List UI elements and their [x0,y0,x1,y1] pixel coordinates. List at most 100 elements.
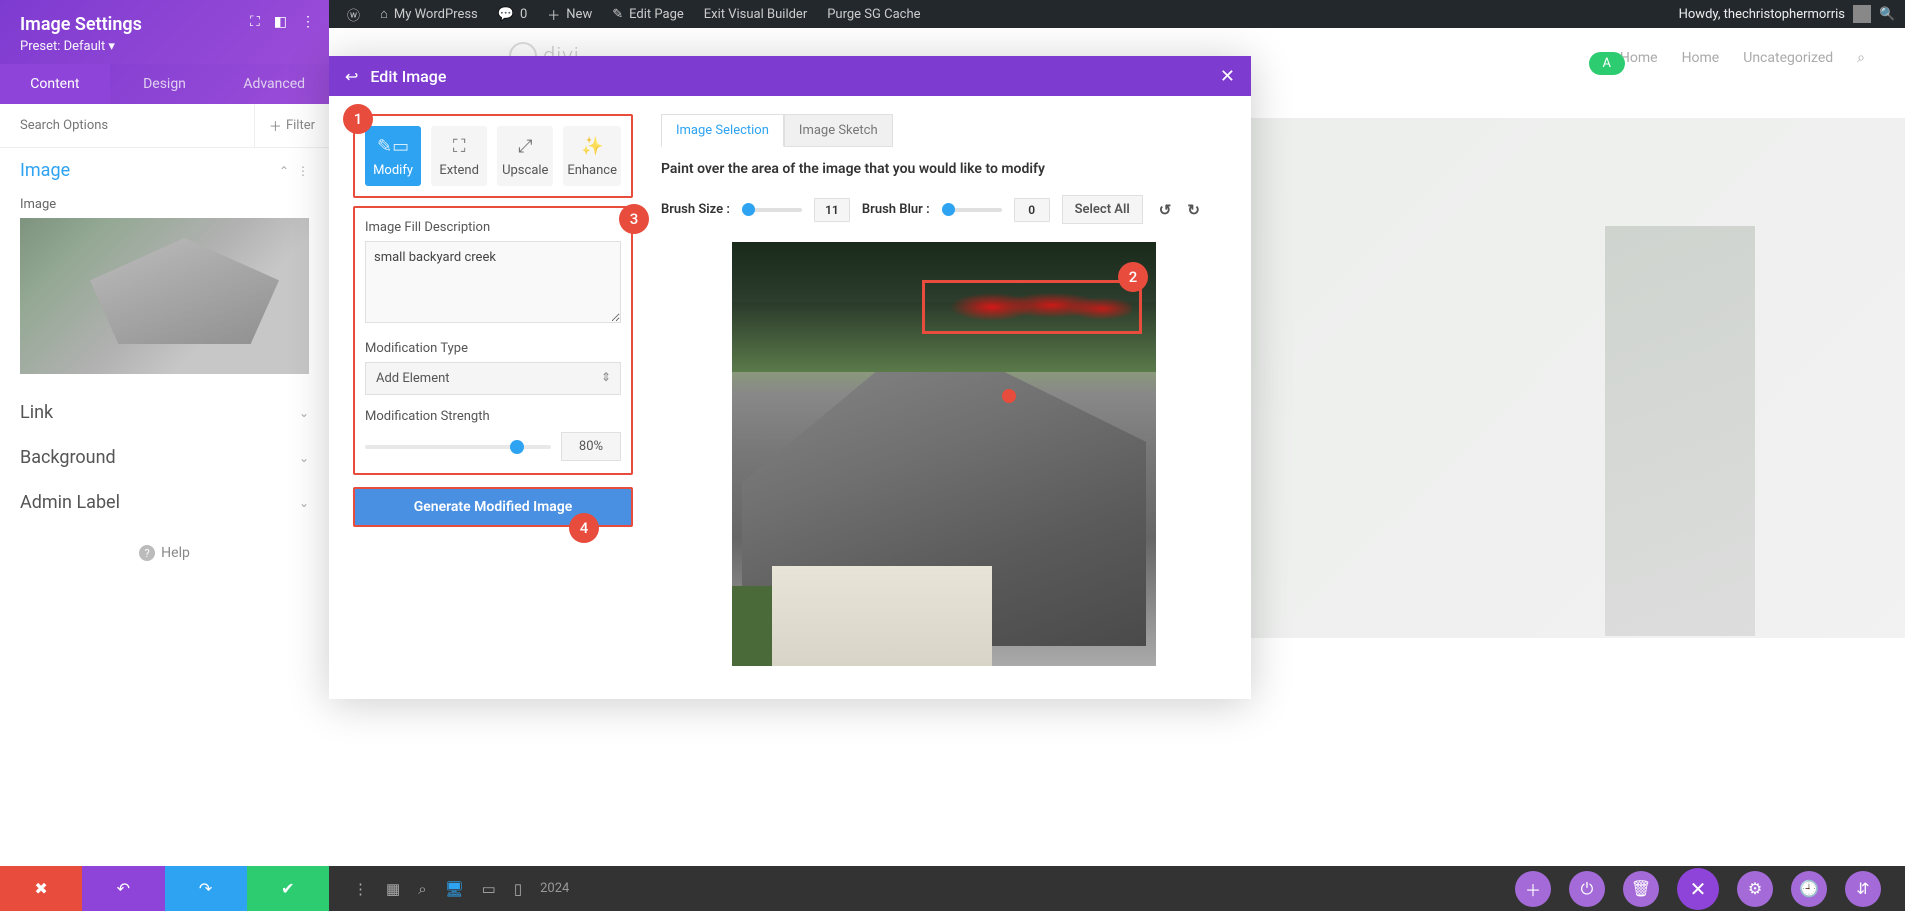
cancel-button[interactable]: ✖ [0,866,82,911]
help-link[interactable]: ? Help [0,525,329,581]
close-button[interactable]: ✕ [1220,66,1235,87]
clock-icon: 🕘 [1799,879,1819,898]
exit-vb-link[interactable]: Exit Visual Builder [694,0,817,28]
select-all-button[interactable]: Select All [1062,195,1143,224]
filter-button[interactable]: ＋Filter [254,104,329,147]
paint-instruction: Paint over the area of the image that yo… [661,161,1227,177]
nav-home-2[interactable]: Home [1682,50,1720,66]
fill-description-input[interactable] [365,241,621,323]
focus-icon[interactable]: ⛶ [250,14,260,30]
nav-uncategorized[interactable]: Uncategorized [1743,50,1833,66]
strength-value[interactable]: 80% [561,432,621,461]
action-enhance[interactable]: ✨Enhance [563,126,621,186]
nav-search-icon[interactable]: ⌕ [1857,50,1865,66]
modal-header: ↩ Edit Image ✕ [329,56,1251,96]
paint-canvas[interactable]: 2 [732,242,1156,666]
brush-size-label: Brush Size : [661,202,730,217]
section-background[interactable]: Background ⌄ [0,435,329,480]
redo-icon[interactable]: ↻ [1187,201,1200,219]
close-vb-button[interactable]: ✕ [1677,868,1719,910]
delete-button[interactable]: 🗑 [1623,871,1659,907]
image-thumbnail[interactable] [20,218,309,374]
tab-design[interactable]: Design [110,64,220,104]
wp-logo[interactable]: ⓦ [337,0,370,28]
plus-icon: ＋ [547,5,560,24]
check-icon: ✔ [281,879,294,898]
nav-home-1[interactable]: Home [1620,50,1658,66]
save-button[interactable]: ✔ [247,866,329,911]
home-icon: ⌂ [380,6,388,22]
edit-page-link[interactable]: ✎Edit Page [602,0,694,28]
chevron-down-icon: ⌄ [299,496,309,510]
tab-advanced[interactable]: Advanced [219,64,329,104]
redo-icon: ↷ [199,879,212,898]
settings-button[interactable]: ⚙ [1737,871,1773,907]
wp-admin-bar: ⓦ ⌂My WordPress 💬0 ＋New ✎Edit Page Exit … [329,0,1905,28]
search-input[interactable] [0,104,254,147]
section-link[interactable]: Link ⌄ [0,390,329,435]
brush-cursor [1002,389,1016,403]
history-button[interactable]: 🕘 [1791,871,1827,907]
badge-2: 2 [1118,262,1148,292]
power-button[interactable]: ⏻ [1569,871,1605,907]
brush-blur-slider[interactable] [942,208,1002,212]
redo-button[interactable]: ↷ [165,866,247,911]
modal-title: Edit Image [370,67,446,86]
enhance-icon: ✨ [567,136,617,157]
wordpress-icon: ⓦ [347,5,360,24]
ai-pill[interactable]: A [1589,52,1625,75]
section-image-body: Image [0,193,329,390]
purge-cache-link[interactable]: Purge SG Cache [817,0,930,28]
selection-tabs: Image Selection Image Sketch [661,114,1227,147]
modify-icon: ✎▭ [369,136,417,157]
year-text: 2024 [540,881,569,896]
search-icon[interactable]: 🔍 [1879,7,1897,22]
brush-blur-value[interactable]: 0 [1014,198,1050,222]
pencil-icon: ✎ [612,7,623,22]
slider-thumb[interactable] [942,203,955,216]
action-upscale[interactable]: ⤢Upscale [497,126,553,186]
undo-button[interactable]: ↶ [82,866,164,911]
modification-type-select[interactable]: Add Element [365,362,621,395]
brush-size-value[interactable]: 11 [814,198,850,222]
preset-selector[interactable]: Preset: Default ▾ [20,39,309,54]
new-link[interactable]: ＋New [537,0,602,28]
howdy-text[interactable]: Howdy, thechristophermorris [1679,7,1845,22]
menu-icon[interactable]: ⋮ [353,880,368,898]
section-admin-label[interactable]: Admin Label ⌄ [0,480,329,525]
action-extend[interactable]: ⛶Extend [431,126,487,186]
phone-icon[interactable]: ▯ [514,880,522,898]
back-button[interactable]: ↩ [345,67,358,86]
help-icon: ? [139,545,155,561]
settings-header: Image Settings Preset: Default ▾ ⛶ ◧ ⋮ [0,0,329,64]
tablet-icon[interactable]: ▭ [482,880,496,898]
slider-thumb[interactable] [742,203,755,216]
chevron-down-icon: ⌄ [299,406,309,420]
section-image-header[interactable]: Image ⌃⋮ [0,148,329,193]
tab-image-selection[interactable]: Image Selection [661,114,784,147]
modification-strength-label: Modification Strength [365,409,621,424]
site-name-link[interactable]: ⌂My WordPress [370,0,488,28]
more-icon[interactable]: ⋮ [301,14,315,30]
modal-left: 1 ✎▭Modify ⛶Extend ⤢Upscale ✨Enhance 3 I… [353,114,633,681]
desktop-icon[interactable]: 🖥 [445,880,464,898]
zoom-icon[interactable]: ⌕ [418,880,426,898]
power-icon: ⏻ [1581,879,1594,899]
wireframe-icon[interactable]: ▦ [386,880,400,898]
strength-slider[interactable] [365,445,551,449]
action-modify[interactable]: ✎▭Modify [365,126,421,186]
brush-size-slider[interactable] [742,208,802,212]
comments-link[interactable]: 💬0 [488,0,538,28]
sidebar-icon[interactable]: ◧ [274,14,287,30]
plus-icon: ＋ [1525,877,1541,901]
tab-image-sketch[interactable]: Image Sketch [784,114,893,147]
upscale-icon: ⤢ [501,136,549,157]
badge-4: 4 [569,513,599,543]
slider-thumb[interactable] [510,440,524,454]
avatar[interactable] [1853,5,1871,23]
sort-button[interactable]: ⇵ [1845,871,1881,907]
more-icon: ⋮ [297,164,309,178]
add-button[interactable]: ＋ [1515,871,1551,907]
undo-icon[interactable]: ↺ [1159,201,1172,219]
tab-content[interactable]: Content [0,64,110,104]
